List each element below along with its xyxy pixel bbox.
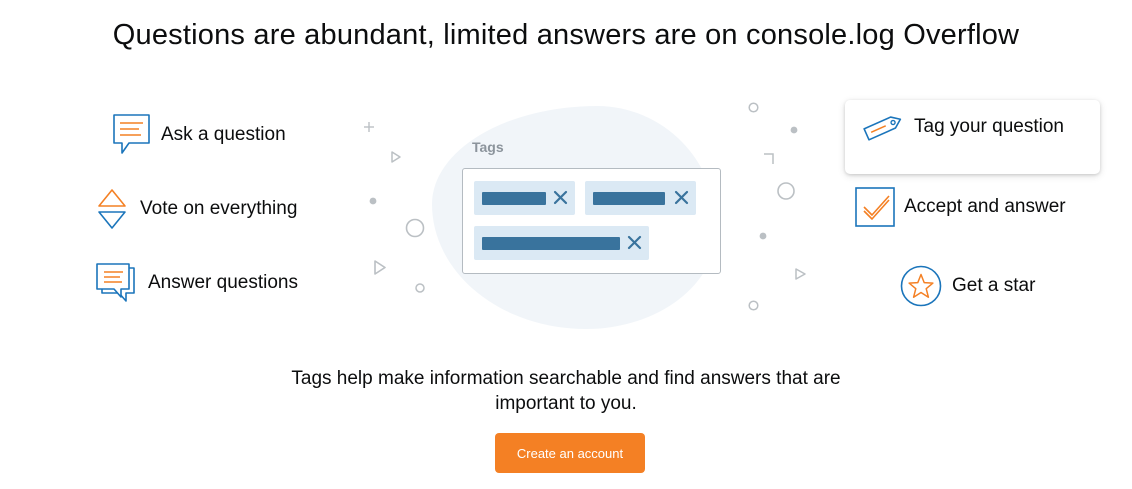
- vote-arrows-icon: [98, 189, 126, 229]
- tag-text-placeholder: [482, 236, 620, 250]
- tags-field-label: Tags: [472, 139, 504, 155]
- tag-icon: [863, 116, 902, 141]
- star-icon: [900, 265, 942, 307]
- speech-bubble-icon: [113, 114, 150, 154]
- plus-decoration: [364, 122, 374, 132]
- triangle-decoration: [391, 151, 401, 163]
- checkmark-icon: [855, 187, 895, 227]
- feature-label: Vote on everything: [140, 198, 298, 219]
- circle-decoration: [748, 300, 759, 311]
- tag-text-placeholder: [482, 191, 546, 205]
- feature-accept-answer: Accept and answer: [855, 186, 1066, 228]
- create-account-button[interactable]: Create an account: [495, 433, 645, 473]
- circle-decoration: [415, 283, 425, 293]
- remove-tag-icon: [627, 235, 642, 250]
- dot-decoration: [759, 232, 767, 240]
- feature-answer-questions: Answer questions: [95, 262, 298, 304]
- feature-label: Get a star: [952, 275, 1036, 296]
- remove-tag-icon: [553, 190, 568, 205]
- circle-decoration: [777, 182, 795, 200]
- circle-decoration: [405, 218, 425, 238]
- feature-vote: Vote on everything: [97, 188, 297, 230]
- feature-label: Tag your question: [914, 116, 1064, 137]
- feature-ask-question: Ask a question: [112, 113, 286, 157]
- tag-chip: [474, 226, 649, 260]
- feature-label: Accept and answer: [904, 196, 1066, 217]
- corner-decoration: [764, 153, 774, 164]
- dot-decoration: [369, 197, 377, 205]
- dot-decoration: [790, 126, 798, 134]
- feature-tag-question: Tag your question: [861, 113, 1064, 141]
- tag-text-placeholder: [593, 191, 665, 205]
- feature-label: Answer questions: [148, 272, 298, 293]
- tags-description: Tags help make information searchable an…: [291, 368, 841, 414]
- circle-decoration: [748, 102, 759, 113]
- tag-chip: [585, 181, 696, 215]
- triangle-decoration: [795, 268, 806, 280]
- page-headline: Questions are abundant, limited answers …: [112, 19, 1020, 51]
- tag-chip: [474, 181, 575, 215]
- triangle-decoration: [374, 260, 386, 275]
- tags-input-illustration: [462, 168, 721, 274]
- remove-tag-icon: [674, 190, 689, 205]
- feature-get-star: Get a star: [900, 265, 1035, 307]
- answer-bubbles-icon: [96, 263, 135, 302]
- feature-label: Ask a question: [161, 124, 286, 145]
